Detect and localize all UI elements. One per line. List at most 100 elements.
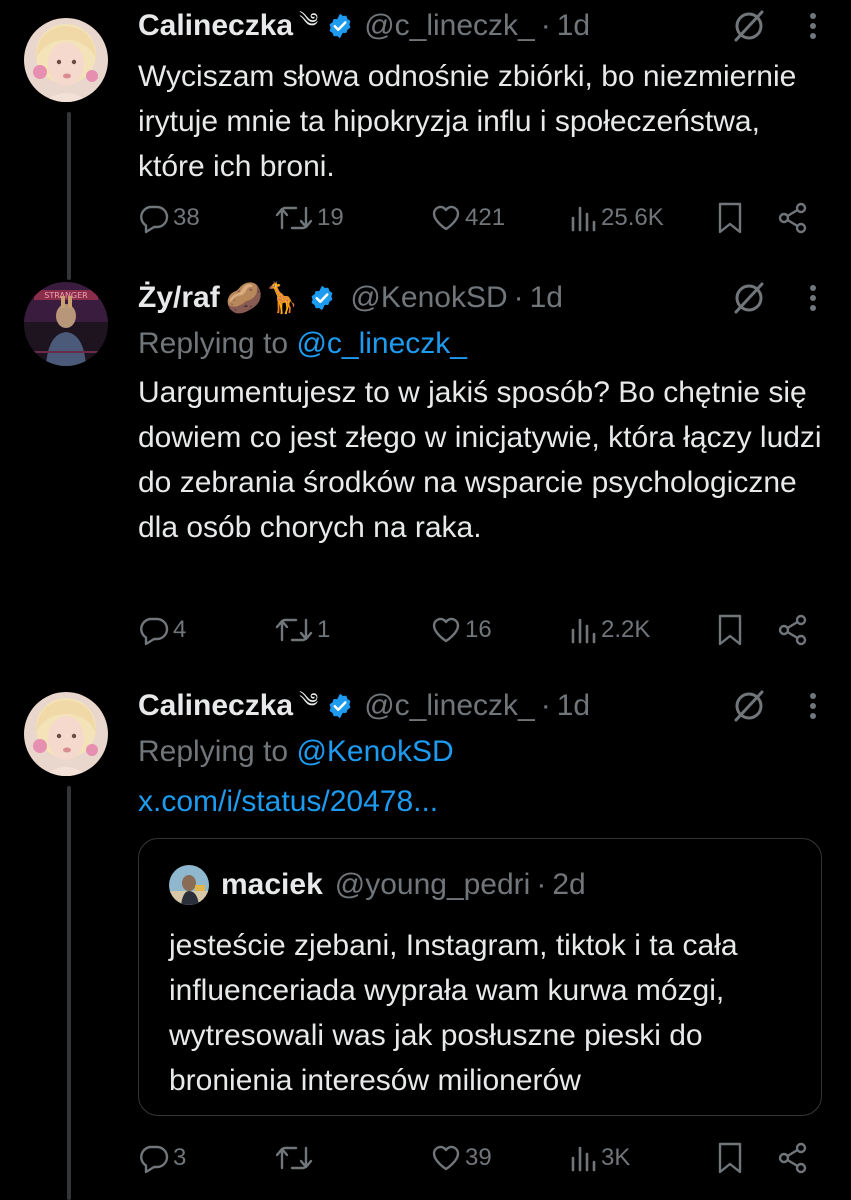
quote-text: jesteście zjebani, Instagram, tiktok i t… (169, 929, 738, 1097)
views-count: 2.2K (601, 616, 651, 643)
like-count: 421 (465, 204, 506, 231)
reply-button[interactable]: 38 (138, 198, 200, 238)
grok-icon[interactable] (729, 686, 769, 726)
display-name[interactable]: Calineczka (138, 9, 293, 43)
svg-text:STRANGER: STRANGER (44, 291, 88, 300)
verified-badge-icon (326, 692, 354, 720)
share-icon (778, 614, 807, 646)
mention-link[interactable]: @c_lineczk_ (296, 327, 467, 360)
more-icon[interactable] (803, 6, 823, 46)
bookmark-icon (718, 202, 742, 234)
bookmark-button[interactable] (716, 198, 744, 238)
share-button[interactable] (776, 610, 810, 650)
reply-icon (140, 617, 169, 646)
retweet-count: 19 (317, 204, 344, 231)
handle[interactable]: @young_pedri (335, 868, 531, 902)
avatar[interactable] (169, 865, 209, 905)
share-button[interactable] (776, 198, 810, 238)
replying-to: Replying to @KenokSD (138, 730, 823, 774)
share-icon (778, 202, 807, 234)
avatar[interactable] (24, 18, 108, 102)
reply-count: 4 (173, 616, 187, 643)
handle[interactable]: @c_lineczk_ (364, 9, 535, 43)
bookmark-icon (718, 614, 742, 646)
views-icon (571, 206, 596, 232)
views-button[interactable]: 25.6K (568, 198, 664, 238)
bookmark-icon (718, 1142, 742, 1174)
separator-dot: · (540, 9, 551, 42)
thread-line (67, 786, 71, 1200)
tweet-header: Ży/raf 🥔🦒 @KenokSD · 1d (138, 276, 823, 320)
reply-count: 3 (173, 1144, 187, 1171)
reply-icon (140, 205, 169, 234)
like-icon (432, 617, 460, 643)
separator-dot: · (540, 689, 551, 722)
quoted-tweet[interactable]: maciek @young_pedri · 2d jesteście zjeba… (138, 838, 822, 1116)
replying-to-label: Replying to (138, 327, 289, 360)
replying-to-label: Replying to (138, 735, 289, 768)
views-button[interactable]: 2.2K (568, 610, 650, 650)
bookmark-button[interactable] (716, 1138, 744, 1178)
reply-count: 38 (173, 204, 200, 231)
like-button[interactable]: 421 (430, 198, 505, 238)
separator-dot: · (513, 281, 524, 314)
grok-icon[interactable] (729, 6, 769, 46)
tweet-header: Calineczka ༄ @c_lineczk_ · 1d (138, 4, 823, 48)
share-button[interactable] (776, 1138, 810, 1178)
header-actions (729, 4, 823, 48)
avatar[interactable]: STRANGER (24, 282, 108, 366)
like-icon (432, 1145, 460, 1171)
timestamp[interactable]: 1d (557, 689, 590, 723)
status-link[interactable]: x.com/i/status/20478... (138, 780, 823, 824)
bookmark-button[interactable] (716, 610, 744, 650)
tweet-text: Uargumentujesz to w jakiś sposób? Bo chę… (138, 376, 822, 544)
retweet-button[interactable]: 1 (274, 610, 330, 650)
views-count: 25.6K (601, 204, 664, 231)
share-icon (778, 1142, 807, 1174)
replying-to: Replying to @c_lineczk_ (138, 322, 823, 366)
retweet-button[interactable] (274, 1138, 317, 1178)
like-icon (432, 205, 460, 231)
retweet-count: 1 (317, 616, 331, 643)
tweet-text: Wyciszam słowa odnośnie zbiórki, bo niez… (138, 60, 797, 183)
action-bar: 38 19 421 25.6K (138, 198, 830, 238)
header-actions (729, 684, 823, 728)
name-decoration: ༄ (299, 10, 319, 32)
more-icon[interactable] (803, 278, 823, 318)
handle[interactable]: @KenokSD (350, 281, 507, 315)
retweet-icon (275, 1146, 313, 1170)
header-actions (729, 276, 823, 320)
retweet-icon (275, 206, 313, 230)
name-decoration: 🥔🦒 (225, 281, 301, 315)
views-icon (571, 1146, 596, 1172)
retweet-icon (275, 618, 313, 642)
verified-badge-icon (326, 12, 354, 40)
separator-dot: · (536, 868, 547, 901)
timestamp[interactable]: 1d (530, 281, 563, 315)
display-name[interactable]: Calineczka (138, 689, 293, 723)
display-name[interactable]: Ży/raf (138, 281, 220, 315)
display-name[interactable]: maciek (221, 868, 323, 902)
verified-badge-icon (308, 284, 336, 312)
views-icon (571, 618, 596, 644)
action-bar: 3 39 3K (138, 1138, 830, 1178)
views-count: 3K (601, 1144, 631, 1171)
tweet-header: Calineczka ༄ @c_lineczk_ · 1d (138, 684, 823, 728)
timestamp[interactable]: 1d (557, 9, 590, 43)
action-bar: 4 1 16 2.2K (138, 610, 830, 650)
like-button[interactable]: 39 (430, 1138, 492, 1178)
timestamp[interactable]: 2d (552, 868, 585, 902)
more-icon[interactable] (803, 686, 823, 726)
mention-link[interactable]: @KenokSD (296, 735, 453, 768)
thread-line (67, 112, 71, 280)
name-decoration: ༄ (299, 690, 319, 712)
retweet-button[interactable]: 19 (274, 198, 344, 238)
avatar[interactable] (24, 692, 108, 776)
handle[interactable]: @c_lineczk_ (364, 689, 535, 723)
grok-icon[interactable] (729, 278, 769, 318)
like-button[interactable]: 16 (430, 610, 492, 650)
reply-button[interactable]: 3 (138, 1138, 186, 1178)
reply-button[interactable]: 4 (138, 610, 186, 650)
quote-header: maciek @young_pedri · 2d (169, 863, 586, 907)
views-button[interactable]: 3K (568, 1138, 630, 1178)
